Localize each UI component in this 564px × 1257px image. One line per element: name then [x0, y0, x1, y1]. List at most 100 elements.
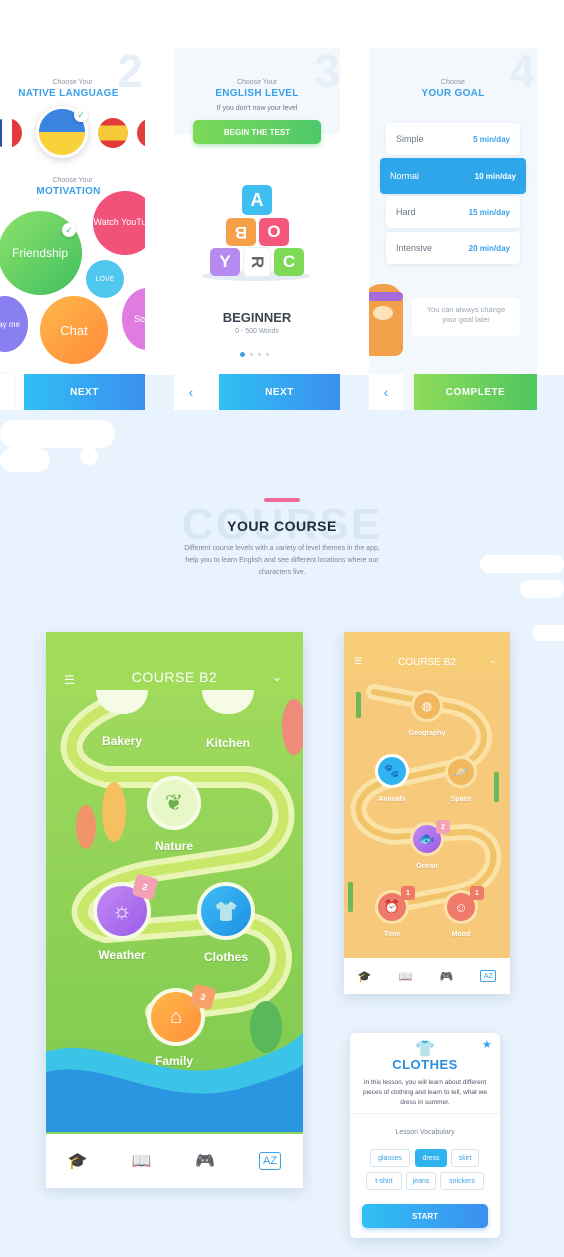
label-family: Family	[154, 1054, 193, 1068]
check-icon: ✓	[62, 223, 76, 237]
dot	[250, 352, 253, 356]
divider	[350, 1113, 500, 1114]
english-level-title: ENGLISH LEVEL	[215, 88, 299, 99]
block-r: R	[243, 247, 271, 277]
bubble-chat[interactable]: Chat	[40, 296, 108, 364]
bubble-label: ay me	[0, 319, 20, 329]
flag-spain[interactable]	[98, 118, 128, 148]
begin-test-button[interactable]: BEGIN THE TEST	[193, 120, 321, 144]
cloud-decoration	[0, 420, 115, 448]
goal-value: 20 min/day	[468, 243, 510, 253]
node-nature[interactable]: ❦	[147, 776, 201, 830]
course-title[interactable]: COURSE B2	[46, 669, 303, 685]
bubble-watch-youtube[interactable]: Watch YouTube	[93, 191, 145, 255]
course-map-screen: ☰ COURSE B2 ⌄ Bakery Kitchen ❦ Nature ☼ …	[46, 632, 303, 1188]
vocab-chip[interactable]: snickers	[440, 1172, 484, 1190]
flag-partial[interactable]	[137, 118, 145, 148]
back-button[interactable]: ‹	[369, 374, 403, 410]
goal-name: Hard	[396, 207, 416, 217]
goal-tip: You can always change your goal later	[412, 298, 520, 336]
clock-icon: ⏰	[383, 899, 401, 914]
choose-label: Choose	[440, 79, 466, 86]
english-level-screen: 3 Choose Your ENGLISH LEVEL If you don't…	[174, 48, 340, 410]
goal-value: 15 min/day	[468, 207, 510, 217]
goal-name: Normal	[390, 171, 420, 181]
graduation-cap-icon[interactable]: 🎓	[358, 970, 372, 983]
paw-icon: 🐾	[383, 763, 401, 778]
label-animals: Animals	[378, 796, 406, 803]
vocab-chip[interactable]: t-shirt	[366, 1172, 402, 1190]
section-description: Different course levels with a variety o…	[184, 545, 380, 576]
vocab-chip[interactable]: skirt	[451, 1149, 479, 1167]
dictionary-icon[interactable]: AZ	[259, 1152, 282, 1170]
bubble-social[interactable]: So	[122, 288, 145, 350]
chevron-down-icon[interactable]: ⌄	[272, 670, 282, 684]
block-o: O	[259, 218, 289, 246]
bottom-nav: 🎓 📖 🎮 AZ	[46, 1134, 303, 1188]
label-kitchen: Kitchen	[205, 736, 250, 750]
pagination-dots	[240, 351, 276, 357]
chevron-down-icon[interactable]: ⌄	[489, 655, 497, 666]
bubble-play-game[interactable]: ay me	[0, 296, 28, 352]
flag-france[interactable]	[0, 118, 22, 148]
node-animals[interactable]: 🐾	[375, 754, 409, 788]
lesson-title: CLOTHES	[392, 1057, 458, 1072]
book-icon[interactable]: 📖	[132, 1151, 152, 1171]
label-time: Time	[383, 931, 401, 938]
goal-name: Intensive	[396, 243, 433, 253]
vocab-chip-selected[interactable]: dress	[415, 1149, 447, 1167]
cloud-dot	[80, 447, 98, 465]
label-geography: Geography	[408, 730, 446, 737]
gamepad-icon[interactable]: 🎮	[439, 970, 453, 983]
label-space: Space	[450, 796, 472, 803]
next-button[interactable]: NEXT	[24, 374, 145, 410]
gamepad-icon[interactable]: 🎮	[195, 1151, 215, 1171]
label-ocean: Ocean	[416, 863, 438, 870]
node-clothes[interactable]: 👕	[197, 882, 255, 940]
goal-option-simple[interactable]: Simple 5 min/day	[386, 123, 520, 155]
next-button[interactable]: NEXT	[219, 374, 340, 410]
block-a: A	[242, 185, 272, 215]
planet-icon: 🪐	[453, 765, 469, 779]
goal-value: 10 min/day	[474, 171, 516, 181]
goal-option-hard[interactable]: Hard 15 min/day	[386, 196, 520, 228]
goal-option-intensive[interactable]: Intensive 20 min/day	[386, 232, 520, 264]
bottom-nav: 🎓 📖 🎮 AZ	[344, 958, 510, 994]
native-language-title: NATIVE LANGUAGE	[18, 88, 119, 99]
section-title: YOUR COURSE	[227, 518, 337, 534]
book-icon[interactable]: 📖	[399, 970, 413, 983]
badge-mood: 1	[470, 886, 484, 900]
dot	[266, 352, 269, 356]
lesson-description: In this lesson, you will learn about dif…	[363, 1079, 487, 1107]
graduation-cap-icon[interactable]: 🎓	[68, 1151, 88, 1171]
complete-button[interactable]: COMPLETE	[414, 374, 537, 410]
vocab-chip[interactable]: glasses	[370, 1149, 410, 1167]
node-space[interactable]: 🪐	[445, 756, 477, 788]
goal-option-normal[interactable]: Normal 10 min/day	[380, 158, 526, 194]
dictionary-icon[interactable]: AZ	[480, 970, 497, 982]
bubble-love[interactable]: LOVE	[86, 260, 124, 298]
choose-your-label: Choose Your	[52, 177, 93, 184]
house-icon: ⌂	[169, 1005, 183, 1028]
start-button[interactable]: START	[362, 1204, 488, 1228]
node-geography[interactable]: ◍	[411, 690, 443, 722]
tshirt-icon: 👕	[213, 900, 239, 923]
goal-value: 5 min/day	[473, 134, 510, 144]
cloud-decoration	[0, 448, 50, 472]
globe-icon: ◍	[421, 699, 433, 713]
course-title[interactable]: COURSE B2	[344, 657, 510, 668]
goal-name: Simple	[396, 134, 424, 144]
vocab-chip[interactable]: jeans	[406, 1172, 436, 1190]
back-button[interactable]: ‹	[174, 374, 208, 410]
block-c: C	[274, 248, 304, 276]
back-button[interactable]	[0, 374, 14, 410]
label-bakery: Bakery	[101, 734, 143, 748]
level-words: 0 - 500 Words	[235, 328, 279, 335]
dot-active	[240, 351, 245, 357]
star-icon[interactable]: ★	[482, 1038, 492, 1051]
cloud-decoration	[480, 555, 564, 573]
tshirt-icon: 👕	[415, 1041, 435, 1058]
fish-icon: 🐟	[418, 831, 436, 846]
leaf-icon: ❦	[164, 790, 184, 815]
check-icon: ✓	[74, 108, 88, 122]
